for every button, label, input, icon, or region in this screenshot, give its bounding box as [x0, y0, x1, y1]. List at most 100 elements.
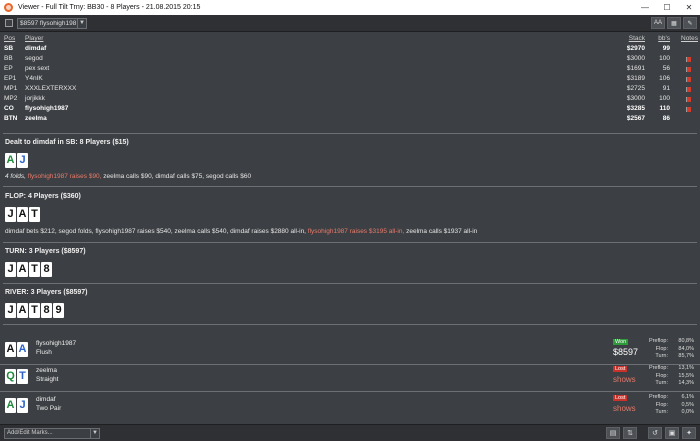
action-segment: zeelma calls $90, dimdaf calls $75, sego… [103, 173, 252, 180]
playing-card: A [17, 207, 28, 222]
showdown-row: Q Tzeelma Straight Lost shows Preflop: 13,1% Fl… [0, 364, 700, 390]
sort-icon[interactable]: ⇅ [623, 427, 637, 439]
player-bbs: 99 [662, 45, 670, 52]
showdown-row: A Aflysohigh1987 Flush Won $8597 Preflop: 80,8… [0, 337, 700, 363]
river-cards: JAT89 [5, 303, 64, 318]
hand-selector-dropdown[interactable]: $8597 flysohigh198 ▼ [17, 17, 87, 29]
note-flag-icon[interactable] [685, 87, 691, 92]
title-bar: Viewer - Full Tilt Trny: BB30 - 8 Player… [0, 0, 700, 15]
card-style-button[interactable]: AA [651, 17, 665, 29]
notes-header[interactable]: Notes [681, 34, 698, 44]
action-segment: flysohigh1987 raises $3195 all-in, [307, 228, 407, 235]
pos-header[interactable]: Pos [4, 34, 15, 44]
preflop-title: Dealt to dimdaf in SB: 8 Players ($15) [5, 139, 129, 146]
player-position: BB [4, 55, 13, 62]
player-name: Y4nIK [25, 75, 43, 82]
flop-actions: dimdaf bets $212, segod folds, flysohigh… [5, 228, 477, 235]
player-position: EP [4, 65, 13, 72]
showdown-player-name: zeelma [36, 367, 57, 374]
players-table: Pos Player Stack bb's Notes SB dimdaf $297… [0, 34, 700, 124]
player-stack: $3189 [626, 75, 645, 82]
close-button[interactable]: ✕ [678, 0, 700, 15]
replay-icon[interactable]: ↺ [648, 427, 662, 439]
preflop-actions: 4 folds, flysohigh1987 raises $90, zeelm… [5, 173, 251, 180]
result-badge: Lost [613, 366, 628, 372]
equity-value: 6,1% [681, 394, 694, 400]
section-divider [3, 186, 697, 187]
maximize-button[interactable]: ☐ [656, 0, 678, 15]
player-bbs: 100 [659, 95, 670, 102]
player-row[interactable]: MP1 XXXLEXTERXXX $2725 91 [0, 84, 700, 94]
section-divider [3, 242, 697, 243]
player-row[interactable]: CO flysohigh1987 $3285 110 [0, 104, 700, 114]
equity-row: Turn: 14,3% [634, 380, 694, 388]
player-row[interactable]: EP pex sext $1691 56 [0, 64, 700, 74]
player-bbs: 100 [659, 55, 670, 62]
player-bbs: 86 [662, 115, 670, 122]
player-row[interactable]: BTN zeelma $2567 86 [0, 114, 700, 124]
equity-label: Preflop: [649, 338, 668, 344]
edit-button[interactable]: ✎ [683, 17, 697, 29]
showdown-hand-rank: Two Pair [36, 405, 62, 412]
equity-label: Flop: [655, 401, 668, 408]
player-name: flysohigh1987 [25, 105, 69, 112]
marks-dropdown[interactable]: Add/Edit Marks... ▼ [4, 427, 100, 439]
player-position: BTN [4, 115, 18, 122]
playing-card: A [5, 153, 16, 168]
showdown-cards: AA [5, 342, 28, 357]
note-flag-icon[interactable] [685, 107, 691, 112]
playing-card: Q [5, 369, 16, 384]
player-row[interactable]: EP1 Y4nIK $3189 106 [0, 74, 700, 84]
hole-cards: AJ [5, 153, 28, 168]
equity-label: Flop: [655, 372, 668, 379]
equity-block: Preflop: 13,1% Flop: 15,5% Turn: 14,3% [634, 365, 694, 388]
hand-checkbox[interactable] [5, 19, 13, 27]
equity-block: Preflop: 80,8% Flop: 84,0% Turn: 85,7% [634, 338, 694, 361]
note-flag-icon[interactable] [685, 97, 691, 102]
equity-value: 15,5% [678, 372, 694, 379]
equity-row: Turn: 0,0% [634, 409, 694, 417]
twitter-icon[interactable]: ✦ [682, 427, 696, 439]
player-header[interactable]: Player [25, 34, 43, 44]
marks-placeholder: Add/Edit Marks... [7, 430, 53, 436]
bbs-header[interactable]: bb's [650, 34, 670, 44]
equity-label: Flop: [655, 345, 668, 352]
footer-bar: Add/Edit Marks... ▼ ▤ ⇅ ↺ ▣ ✦ [0, 424, 700, 441]
save-icon[interactable]: ▣ [665, 427, 679, 439]
playing-card: A [17, 303, 28, 318]
showdown-divider [0, 391, 700, 392]
stack-header[interactable]: Stack [629, 34, 645, 44]
showdown-cards: QT [5, 369, 28, 384]
section-divider [3, 283, 697, 284]
equity-row: Flop: 15,5% [634, 373, 694, 381]
player-stack: $3000 [626, 95, 645, 102]
equity-value: 14,3% [678, 380, 694, 386]
result-text: shows [613, 404, 636, 413]
player-bbs: 91 [662, 85, 670, 92]
player-row[interactable]: SB dimdaf $2970 99 [0, 44, 700, 54]
player-position: MP2 [4, 95, 18, 102]
playing-card: J [5, 207, 16, 222]
note-flag-icon[interactable] [685, 77, 691, 82]
minimize-button[interactable]: — [634, 0, 656, 15]
player-bbs: 110 [659, 105, 671, 112]
notes-list-icon[interactable]: ▤ [606, 427, 620, 439]
equity-label: Turn: [655, 380, 668, 386]
player-row[interactable]: MP2 jorjikkk $3000 100 [0, 94, 700, 104]
playing-card: T [29, 262, 40, 277]
turn-title: TURN: 3 Players ($8597) [5, 248, 86, 255]
grid-view-button[interactable]: ▦ [667, 17, 681, 29]
player-stack: $2970 [626, 45, 645, 52]
action-segment: 4 folds, [5, 173, 28, 180]
player-name: pex sext [25, 65, 50, 72]
equity-row: Preflop: 13,1% [634, 365, 694, 373]
player-stack: $1691 [626, 65, 645, 72]
playing-card: A [17, 342, 28, 357]
playing-card: A [5, 342, 16, 357]
note-flag-icon[interactable] [685, 57, 691, 62]
player-bbs: 56 [662, 65, 670, 72]
note-flag-icon[interactable] [685, 67, 691, 72]
showdown-player-name: dimdaf [36, 396, 56, 403]
playing-card: T [29, 207, 40, 222]
player-row[interactable]: BB segod $3000 100 [0, 54, 700, 64]
